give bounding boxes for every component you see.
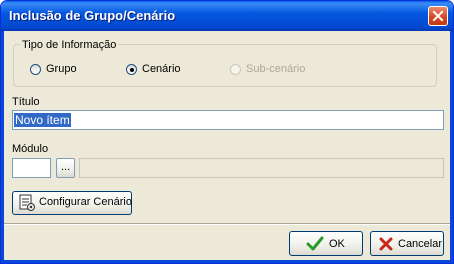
- x-icon: [379, 237, 393, 251]
- close-icon: [432, 10, 444, 22]
- modulo-description-field: [79, 158, 444, 178]
- titulo-value: Novo ítem: [14, 113, 71, 127]
- radio-circle: [30, 64, 41, 75]
- cancelar-label: Cancelar: [398, 238, 443, 250]
- checkmark-icon: [306, 236, 324, 251]
- title-bar[interactable]: Inclusão de Grupo/Cenário: [1, 1, 453, 31]
- radio-grupo-label: Grupo: [46, 63, 77, 75]
- window-frame-right: [450, 31, 453, 263]
- window-frame-left: [1, 31, 4, 263]
- radio-sub-cenario-label: Sub-cenário: [246, 63, 306, 75]
- modulo-code-input[interactable]: [12, 158, 51, 178]
- cancelar-button[interactable]: Cancelar: [370, 231, 444, 256]
- configurar-cenario-button[interactable]: Configurar Cenário: [12, 191, 132, 215]
- modulo-browse-button[interactable]: ...: [56, 158, 75, 178]
- dialog-window: Inclusão de Grupo/Cenário Tipo de Inform…: [0, 0, 454, 264]
- titulo-input[interactable]: Novo ítem: [12, 110, 444, 130]
- document-config-icon: [19, 194, 35, 211]
- close-button[interactable]: [428, 6, 448, 26]
- ok-button[interactable]: OK: [289, 231, 363, 256]
- window-frame-bottom: [1, 260, 453, 263]
- footer-separator: [4, 223, 450, 225]
- radio-circle-checked: [126, 64, 137, 75]
- configurar-cenario-label: Configurar Cenário: [39, 196, 132, 208]
- modulo-browse-label: ...: [61, 161, 71, 173]
- radio-circle-disabled: [230, 64, 241, 75]
- radio-cenario-label: Cenário: [142, 63, 181, 75]
- titulo-label: Título: [12, 96, 40, 108]
- ok-label: OK: [329, 238, 345, 250]
- modulo-label: Módulo: [12, 143, 49, 155]
- window-title: Inclusão de Grupo/Cenário: [9, 8, 176, 23]
- tipo-informacao-legend: Tipo de Informação: [20, 39, 119, 51]
